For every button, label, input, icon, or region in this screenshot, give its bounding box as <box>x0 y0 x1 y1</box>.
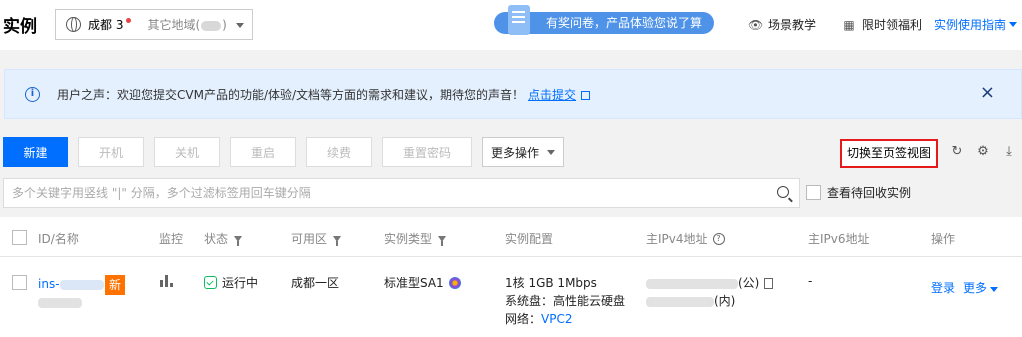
col-type[interactable]: 实例类型 <box>384 230 447 247</box>
ipv4-public: (公) <box>646 274 774 291</box>
filter-icon[interactable] <box>234 235 243 246</box>
col-status[interactable]: 状态 <box>204 230 243 247</box>
region-other: 其它地域() <box>147 18 227 32</box>
switch-view-button[interactable]: 切换至页签视图 <box>840 139 938 168</box>
reset-password-button[interactable]: 重置密码 <box>382 137 472 167</box>
feedback-banner: i 用户之声：欢迎您提交CVM产品的功能/体验/文档等方面的需求和建议，期待您的… <box>4 69 1022 119</box>
download-icon[interactable]: ⤓ <box>1002 145 1016 159</box>
close-icon[interactable]: × <box>980 84 995 102</box>
config-line2: 系统盘：高性能云硬盘 <box>505 294 626 308</box>
chevron-down-icon <box>547 149 555 155</box>
power-off-button[interactable]: 关机 <box>154 137 220 167</box>
table-header: ID/名称 监控 状态 可用区 实例类型 实例配置 主IPv4地址? 主IPv6… <box>0 217 1022 257</box>
type-cell: 标准型SA1 <box>384 274 461 291</box>
document-icon <box>508 5 530 35</box>
login-link[interactable]: 登录 <box>931 279 955 296</box>
col-id-name: ID/名称 <box>38 232 79 246</box>
instance-name <box>38 295 82 309</box>
copy-icon[interactable] <box>764 278 774 289</box>
submit-link[interactable]: 点击提交 <box>528 88 576 102</box>
select-all-checkbox[interactable] <box>12 230 27 245</box>
status-cell: 运行中 <box>204 274 258 291</box>
new-button[interactable]: 新建 <box>3 137 68 167</box>
col-zone[interactable]: 可用区 <box>291 230 342 247</box>
survey-banner[interactable]: 有奖问卷，产品体验您说了算 <box>494 5 714 35</box>
running-status-icon <box>204 276 217 289</box>
guide-label: 实例使用指南 <box>934 18 1007 32</box>
search-placeholder: 多个关键字用竖线 "|" 分隔，多个过滤标签用回车键分隔 <box>12 186 311 200</box>
chevron-down-icon <box>236 23 244 28</box>
banner-message: 用户之声：欢迎您提交CVM产品的功能/体验/文档等方面的需求和建议，期待您的声音… <box>57 86 591 103</box>
instance-id[interactable]: ins- <box>38 277 104 291</box>
help-icon[interactable]: ? <box>712 232 725 245</box>
guide-link[interactable]: 实例使用指南 <box>934 16 1018 33</box>
chevron-down-icon <box>990 287 999 292</box>
more-actions-label: 更多操作 <box>490 145 539 160</box>
gift-icon: ▦ <box>843 17 855 32</box>
survey-text: 有奖问卷，产品体验您说了算 <box>546 16 703 30</box>
recycle-toggle[interactable]: 查看待回收实例 <box>806 184 911 201</box>
restart-button[interactable]: 重启 <box>230 137 296 167</box>
page-title: 实例 <box>3 17 37 37</box>
search-icon[interactable] <box>777 186 789 198</box>
col-ipv4: 主IPv4地址? <box>646 230 725 247</box>
col-monitor: 监控 <box>159 232 184 246</box>
col-config: 实例配置 <box>505 232 554 246</box>
more-link[interactable]: 更多 <box>963 279 999 296</box>
col-actions: 操作 <box>931 232 956 246</box>
power-on-button[interactable]: 开机 <box>78 137 144 167</box>
filter-icon[interactable] <box>333 235 342 246</box>
config-line3: 网络：VPC2 <box>505 312 573 326</box>
config-line1: 1核 1GB 1Mbps <box>505 276 597 290</box>
scene-teach-label: 场景教学 <box>768 18 817 32</box>
sa-badge-icon <box>448 277 461 289</box>
filter-icon[interactable] <box>438 235 447 246</box>
region-dot-icon <box>126 18 132 23</box>
limited-welfare-link[interactable]: ▦ 限时领福利 <box>842 16 922 33</box>
region-selector[interactable]: 成都 3 其它地域() <box>55 9 253 40</box>
ipv6-cell: - <box>808 274 813 288</box>
col-ipv6: 主IPv6地址 <box>808 232 870 246</box>
recycle-label: 查看待回收实例 <box>827 186 912 200</box>
instance-table: ID/名称 监控 状态 可用区 实例类型 实例配置 主IPv4地址? 主IPv6… <box>0 217 1022 337</box>
limited-welfare-label: 限时领福利 <box>862 18 923 32</box>
vpc-link[interactable]: VPC2 <box>541 312 572 326</box>
renew-button[interactable]: 续费 <box>306 137 372 167</box>
info-icon: i <box>25 86 40 102</box>
search-input[interactable]: 多个关键字用竖线 "|" 分隔，多个过滤标签用回车键分隔 <box>3 178 800 208</box>
chevron-down-icon <box>1009 22 1018 27</box>
ipv4-private: (内) <box>646 292 735 309</box>
recycle-checkbox[interactable] <box>806 185 821 200</box>
row-checkbox[interactable] <box>12 275 27 290</box>
bar-chart-icon[interactable] <box>160 275 174 287</box>
eye-icon: 👁 <box>748 17 764 32</box>
more-actions-button[interactable]: 更多操作 <box>482 137 564 167</box>
new-badge: 新 <box>105 275 125 295</box>
refresh-icon[interactable]: ↻ <box>950 145 964 159</box>
globe-icon <box>66 17 81 32</box>
zone-cell: 成都一区 <box>291 276 340 290</box>
region-current: 成都 3 <box>88 18 124 32</box>
top-header: 实例 成都 3 其它地域() 有奖问卷，产品体验您说了算 👁 场景教学 ▦ 限时… <box>0 0 1022 50</box>
external-link-icon <box>581 90 591 100</box>
scene-teach-link[interactable]: 👁 场景教学 <box>748 16 816 33</box>
gear-icon[interactable]: ⚙ <box>976 145 990 159</box>
